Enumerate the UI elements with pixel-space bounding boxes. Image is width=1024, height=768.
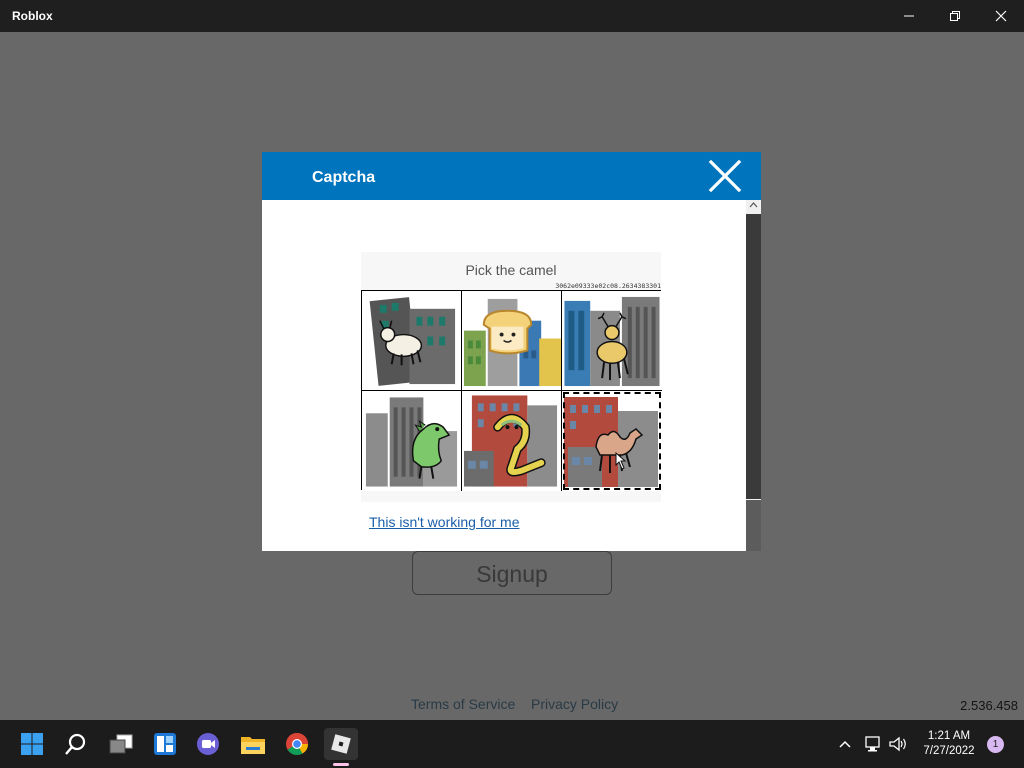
captcha-modal: Captcha Pick the camel 3062e09333e02c08.… (262, 152, 761, 551)
camel-image (564, 397, 658, 487)
dinosaur-image (365, 397, 458, 487)
captcha-title: Captcha (312, 169, 376, 186)
captcha-session-id: 3062e09333e02c08.2634383301 (555, 282, 661, 290)
scrollbar-track[interactable] (746, 500, 761, 551)
file-explorer-icon (241, 737, 265, 754)
privacy-policy-link[interactable]: Privacy Policy (531, 696, 618, 712)
clock-date: 7/27/2022 (923, 745, 975, 757)
bread-image (463, 298, 561, 387)
captcha-tile-cobra[interactable] (462, 391, 562, 491)
close-window-button[interactable] (978, 0, 1024, 32)
close-icon (708, 159, 742, 193)
deer-image (564, 296, 660, 387)
minimize-button[interactable] (886, 0, 932, 32)
scrollbar-thumb[interactable] (746, 214, 761, 499)
taskbar: 1:21 AM 7/27/2022 (0, 720, 1024, 768)
window-title: Roblox (12, 9, 53, 23)
captcha-tile-bread[interactable] (462, 291, 562, 391)
terms-of-service-link[interactable]: Terms of Service (411, 696, 515, 712)
window-titlebar: Roblox (0, 0, 1024, 32)
widgets-icon (154, 733, 176, 755)
signup-button[interactable]: Signup (412, 551, 612, 595)
chrome-icon (286, 733, 308, 755)
notification-badge[interactable]: 1 (987, 736, 1004, 753)
captcha-challenge: Pick the camel 3062e09333e02c08.26343833… (361, 252, 662, 502)
roblox-button[interactable] (324, 728, 358, 760)
goat-image (369, 297, 456, 386)
widgets-button[interactable] (148, 728, 182, 760)
captcha-tile-dinosaur[interactable] (362, 391, 462, 491)
search-button[interactable] (59, 728, 93, 760)
version-label: 2.536.458 (960, 698, 1018, 713)
captcha-tile-camel[interactable] (562, 391, 662, 491)
roblox-icon (331, 734, 351, 754)
captcha-tile-goat[interactable] (362, 291, 462, 391)
minimize-icon (904, 15, 914, 17)
task-view-icon (109, 734, 133, 754)
captcha-body: Pick the camel 3062e09333e02c08.26343833… (262, 200, 746, 551)
show-hidden-icons-icon[interactable] (838, 734, 852, 754)
captcha-close-button[interactable] (708, 159, 742, 193)
active-app-indicator (333, 763, 349, 766)
teams-chat-button[interactable] (191, 728, 225, 760)
captcha-header: Captcha (262, 152, 761, 200)
volume-icon[interactable] (888, 734, 908, 754)
start-icon (21, 733, 43, 755)
captcha-prompt: Pick the camel (465, 262, 557, 278)
captcha-tile-deer[interactable] (562, 291, 662, 391)
close-icon (995, 10, 1007, 22)
clock-time: 1:21 AM (927, 730, 971, 742)
cobra-image (463, 395, 558, 487)
scroll-up-icon[interactable] (749, 202, 758, 208)
restore-icon (950, 11, 960, 21)
captcha-scrollbar[interactable] (746, 200, 761, 551)
search-icon (65, 733, 86, 755)
chrome-button[interactable] (280, 728, 314, 760)
task-view-button[interactable] (104, 728, 138, 760)
restore-button[interactable] (932, 0, 978, 32)
captcha-image-grid (361, 290, 662, 491)
captcha-help-link[interactable]: This isn't working for me (369, 514, 520, 530)
start-button[interactable] (15, 728, 49, 760)
teams-chat-icon (197, 733, 219, 755)
file-explorer-button[interactable] (236, 728, 270, 760)
system-clock[interactable]: 1:21 AM 7/27/2022 (916, 729, 982, 759)
network-icon[interactable] (864, 734, 882, 754)
